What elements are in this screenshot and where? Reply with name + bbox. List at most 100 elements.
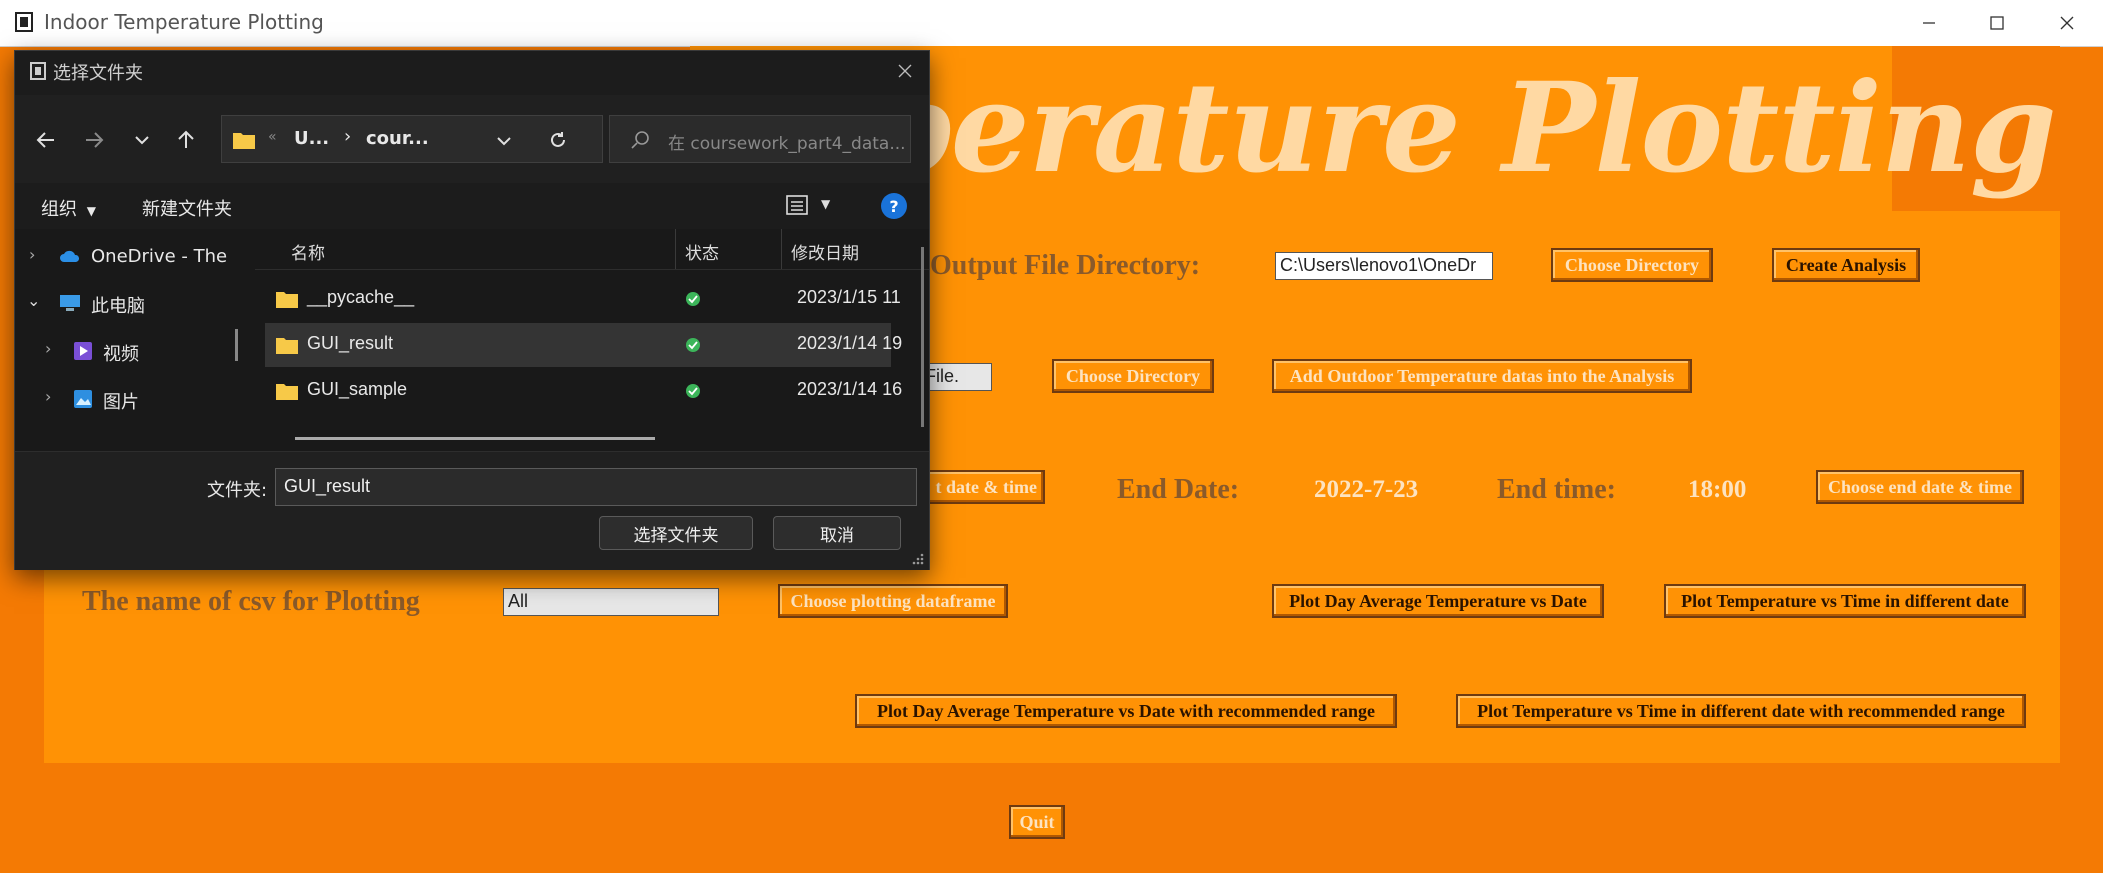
up-button[interactable] <box>169 123 203 157</box>
maximize-button[interactable] <box>1962 0 2032 46</box>
help-icon[interactable]: ? <box>881 193 907 219</box>
folder-icon <box>276 384 298 400</box>
choose-outdoor-directory-button[interactable]: Choose Directory <box>1052 359 1214 393</box>
column-divider[interactable] <box>675 229 676 269</box>
dialog-toolbar: 组织 ▼ 新建文件夹 ▼ ? <box>15 183 929 230</box>
tree-item-label: 视频 <box>103 344 139 365</box>
select-folder-button[interactable]: 选择文件夹 <box>599 516 753 550</box>
file-name: GUI_sample <box>307 379 408 399</box>
overflow-chevron-icon: « <box>268 129 277 145</box>
end-time-label: End time: <box>1497 474 1616 505</box>
output-dir-label: Output File Directory: <box>930 250 1201 281</box>
column-header-name[interactable]: 名称 <box>291 239 325 264</box>
output-dir-field[interactable]: C:\Users\lenovo1\OneDr <box>1275 252 1493 280</box>
window-title: Indoor Temperature Plotting <box>44 10 324 34</box>
dialog-footer: 文件夹: GUI_result 选择文件夹 取消 <box>15 451 929 570</box>
resize-grip-icon[interactable] <box>911 552 925 566</box>
plot-day-avg-button[interactable]: Plot Day Average Temperature vs Date <box>1272 584 1604 618</box>
dialog-close-button[interactable] <box>891 57 919 85</box>
tree-item-this-pc[interactable]: ⌄ 此电脑 <box>15 281 253 325</box>
search-box[interactable]: 在 coursework_part4_data... <box>609 115 911 163</box>
forward-button[interactable] <box>77 123 111 157</box>
caret-down-icon: ▼ <box>86 204 96 218</box>
chevron-right-icon: › <box>45 339 52 358</box>
choose-plot-df-button[interactable]: Choose plotting dataframe <box>778 584 1008 618</box>
close-button[interactable] <box>2032 0 2102 46</box>
folder-icon <box>233 133 255 149</box>
tree-item-pictures[interactable]: › 图片 <box>15 377 253 421</box>
chevron-right-icon: › <box>45 387 52 406</box>
cloud-icon <box>60 250 80 262</box>
column-divider[interactable] <box>781 229 782 269</box>
chevron-right-icon: › <box>29 245 36 264</box>
outdoor-file-field[interactable]: File. <box>920 363 992 391</box>
chevron-down-icon[interactable] <box>496 133 512 149</box>
sort-up-icon: ˄ <box>425 229 433 242</box>
address-part[interactable]: cour... <box>366 128 429 149</box>
feather-icon <box>30 62 46 80</box>
folder-icon <box>276 292 298 308</box>
maximize-icon <box>1990 16 2004 30</box>
tree-item-label: 图片 <box>103 392 139 413</box>
folder-icon <box>276 338 298 354</box>
list-header: 名称 ˄ 状态 修改日期 <box>255 229 929 270</box>
organize-menu[interactable]: 组织 ▼ <box>41 195 96 221</box>
close-icon <box>898 64 912 78</box>
arrow-left-icon <box>36 132 54 148</box>
plot-day-avg-range-button[interactable]: Plot Day Average Temperature vs Date wit… <box>855 694 1397 728</box>
search-icon <box>631 131 649 149</box>
tree-item-onedrive[interactable]: › OneDrive - The <box>15 235 253 279</box>
vertical-scrollbar[interactable] <box>921 247 924 427</box>
file-name: GUI_result <box>307 333 394 353</box>
caret-down-icon: ▼ <box>821 197 831 211</box>
address-part[interactable]: U... <box>294 128 329 149</box>
search-placeholder: 在 coursework_part4_data... <box>668 134 906 154</box>
back-button[interactable] <box>29 123 63 157</box>
cancel-button[interactable]: 取消 <box>773 516 901 550</box>
tree-scrollbar[interactable] <box>235 329 238 361</box>
main-window: Indoor Temperature Plotting perature Plo… <box>0 0 2103 873</box>
computer-icon <box>60 295 80 311</box>
end-date-label: End Date: <box>1117 474 1240 505</box>
plot-temp-time-button[interactable]: Plot Temperature vs Time in different da… <box>1664 584 2026 618</box>
chevron-right-icon: › <box>344 126 352 147</box>
choose-directory-button[interactable]: Choose Directory <box>1551 248 1713 282</box>
file-row[interactable]: __pycache__ 2023/1/15 11 <box>265 277 901 321</box>
navigation-tree: › OneDrive - The ⌄ 此电脑 › 视频 › 图片 <box>15 229 256 451</box>
add-outdoor-button[interactable]: Add Outdoor Temperature datas into the A… <box>1272 359 1692 393</box>
file-date: 2023/1/15 11 <box>797 287 901 307</box>
address-bar[interactable]: « U... › cour... <box>221 115 603 163</box>
synced-check-icon <box>686 338 700 352</box>
folder-name-field[interactable]: GUI_result <box>275 468 917 506</box>
create-analysis-button[interactable]: Create Analysis <box>1772 248 1920 282</box>
refresh-icon[interactable] <box>548 130 568 150</box>
column-header-status[interactable]: 状态 <box>685 239 719 264</box>
feather-icon <box>15 12 33 32</box>
file-date: 2023/1/14 19 <box>797 333 903 353</box>
tree-item-label: OneDrive - The <box>91 246 228 267</box>
picture-icon <box>74 390 92 408</box>
file-name: __pycache__ <box>307 287 415 307</box>
minimize-button[interactable] <box>1894 0 1964 46</box>
banner-title: perature Plotting <box>865 56 2057 201</box>
file-row[interactable]: GUI_sample 2023/1/14 16 <box>265 369 902 413</box>
quit-button[interactable]: Quit <box>1009 805 1065 839</box>
new-folder-button[interactable]: 新建文件夹 <box>142 195 232 221</box>
video-icon <box>74 342 92 360</box>
arrow-right-icon <box>86 132 104 148</box>
arrow-up-icon <box>178 130 194 148</box>
column-header-date[interactable]: 修改日期 <box>791 239 859 264</box>
recent-locations-button[interactable] <box>125 123 159 157</box>
tree-item-videos[interactable]: › 视频 <box>15 329 253 373</box>
view-options-button[interactable]: ▼ <box>785 193 845 219</box>
csv-field[interactable]: All <box>503 588 719 616</box>
chevron-down-icon <box>135 136 149 145</box>
plot-temp-time-range-button[interactable]: Plot Temperature vs Time in different da… <box>1456 694 2026 728</box>
folder-field-label: 文件夹: <box>207 480 268 501</box>
folder-dialog: 选择文件夹 « U... › cour... 在 coursework_part… <box>14 50 930 570</box>
horizontal-scrollbar[interactable] <box>295 437 655 440</box>
file-date: 2023/1/14 16 <box>797 379 903 399</box>
choose-end-button[interactable]: Choose end date & time <box>1816 470 2024 504</box>
title-bar: Indoor Temperature Plotting <box>0 0 2103 47</box>
file-row-selected[interactable]: GUI_result 2023/1/14 19 <box>265 323 902 367</box>
